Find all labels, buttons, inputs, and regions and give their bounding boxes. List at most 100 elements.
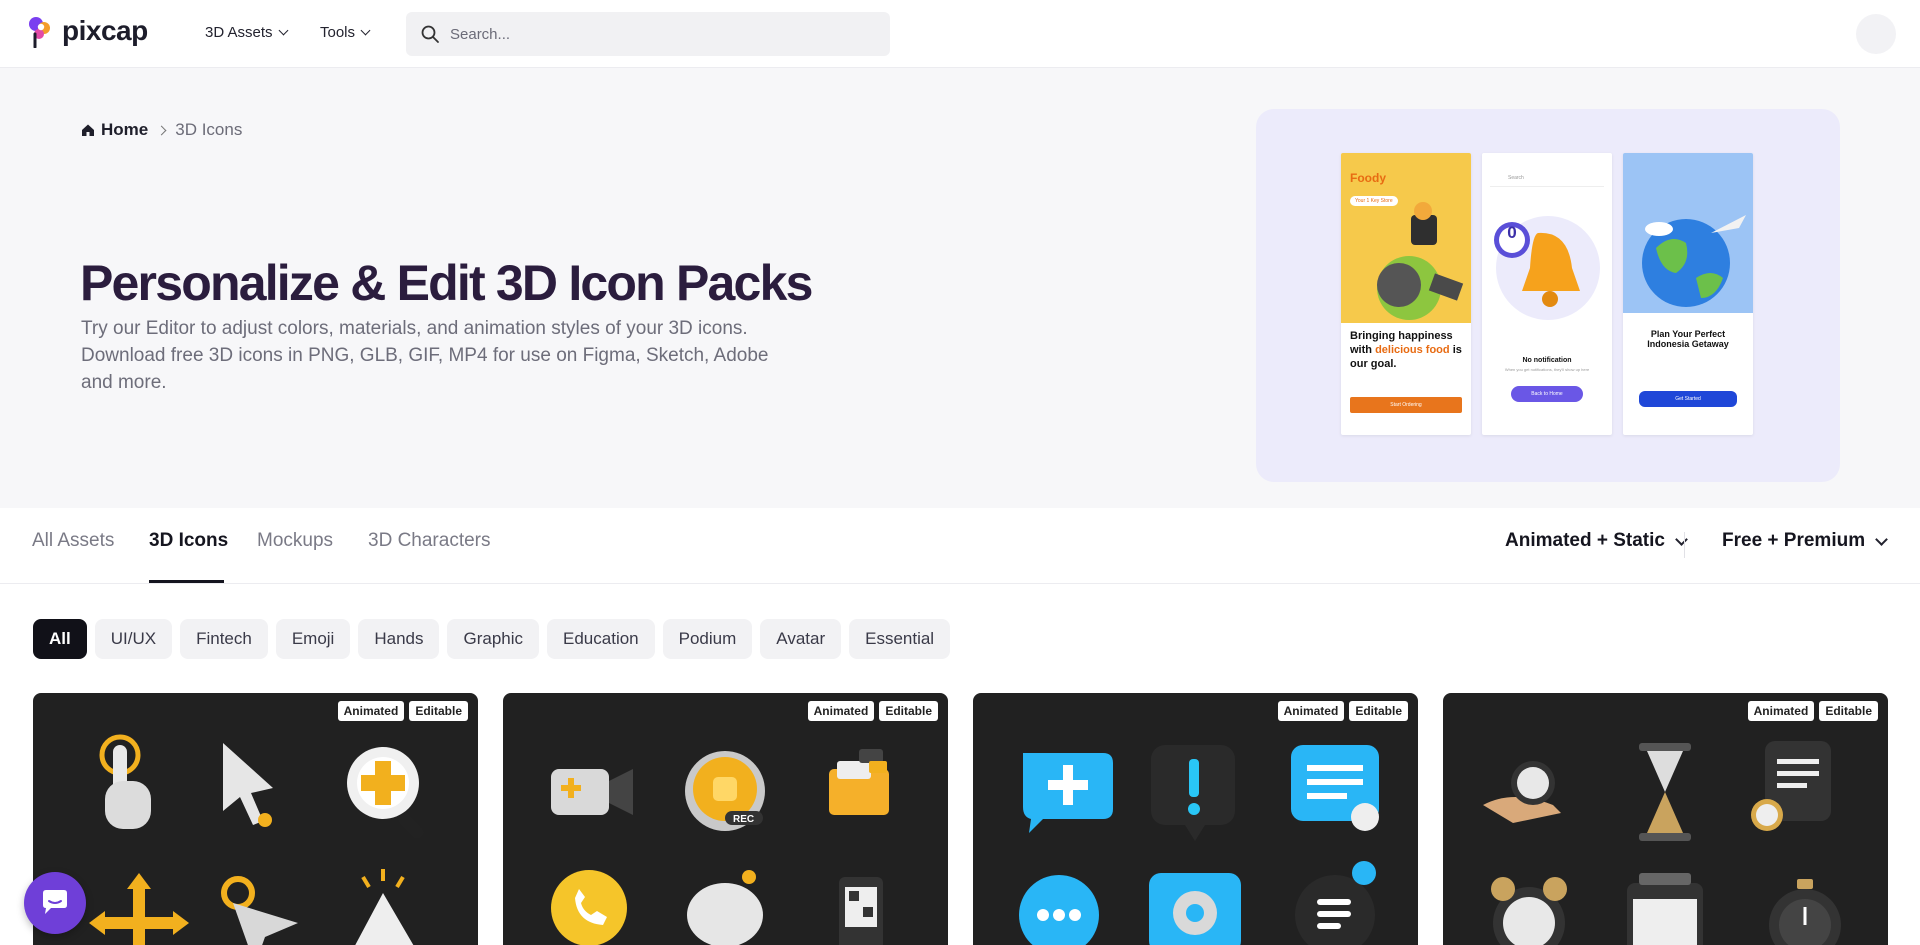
search-icon — [421, 25, 439, 43]
animation-filter-dropdown[interactable]: Animated + Static — [1505, 530, 1688, 552]
icon-pack-card-media[interactable]: Animated Editable REC — [503, 693, 948, 945]
time-pack-preview — [1483, 741, 1841, 945]
phone-travel-button: Get Started — [1639, 391, 1737, 407]
icon-pack-card-time[interactable]: Animated Editable — [1443, 693, 1888, 945]
hero-section: Home 3D Icons Personalize & Edit 3D Icon… — [0, 68, 1920, 508]
animated-badge: Animated — [1747, 701, 1815, 721]
nav-3d-assets[interactable]: 3D Assets — [205, 24, 288, 41]
asset-tabs-bar: All Assets 3D Icons Mockups 3D Character… — [0, 508, 1920, 584]
chip-avatar[interactable]: Avatar — [760, 619, 842, 659]
hourglass-icon — [1639, 743, 1691, 841]
chip-essential[interactable]: Essential — [849, 619, 951, 659]
chevron-down-icon — [1675, 532, 1688, 546]
settings-message-icon — [1149, 873, 1241, 945]
editable-badge: Editable — [409, 701, 468, 721]
chip-education[interactable]: Education — [547, 619, 655, 659]
editable-badge: Editable — [879, 701, 938, 721]
phone-notif-search: Search — [1490, 175, 1604, 187]
phone-foody-text-b: delicious food — [1375, 344, 1450, 356]
chip-graphic[interactable]: Graphic — [447, 619, 540, 659]
editable-badge: Editable — [1819, 701, 1878, 721]
logo[interactable]: pixcap — [26, 14, 148, 48]
tab-all-assets[interactable]: All Assets — [32, 530, 114, 552]
record-button-icon: REC — [685, 751, 765, 831]
pointer-cursor-icon — [221, 876, 298, 945]
text-message-icon — [1295, 861, 1376, 945]
pricing-filter-label: Free + Premium — [1722, 530, 1866, 551]
phone-travel-title: Plan Your Perfect Indonesia Getaway — [1647, 329, 1729, 349]
animated-badge: Animated — [807, 701, 875, 721]
animation-filter-label: Animated + Static — [1505, 530, 1665, 551]
card-badges: Animated Editable — [337, 701, 468, 721]
nav-tools-label: Tools — [320, 24, 356, 41]
folder-icon — [829, 749, 889, 815]
alarm-clock-icon — [1491, 877, 1567, 945]
pixcap-logo-icon — [29, 17, 50, 48]
card-badges: Animated Editable — [807, 701, 938, 721]
icon-pack-card-cursors[interactable]: Animated Editable — [33, 693, 478, 945]
page-description: Try our Editor to adjust colors, materia… — [81, 318, 769, 393]
breadcrumb-home[interactable]: Home — [81, 120, 148, 140]
phone-foody-button: Start Ordering — [1350, 397, 1462, 413]
chevron-right-icon — [156, 125, 167, 135]
logo-text: pixcap — [62, 15, 148, 46]
arrow-cursor-icon — [223, 743, 273, 827]
chip-all[interactable]: All — [33, 619, 87, 659]
qr-phone-icon — [839, 877, 883, 945]
card-badges: Animated Editable — [1747, 701, 1878, 721]
tab-3d-characters[interactable]: 3D Characters — [368, 530, 491, 552]
page-title: Personalize & Edit 3D Icon Packs — [80, 255, 813, 311]
filter-divider — [1684, 532, 1685, 558]
phone-notif-button: Back to Home — [1511, 386, 1583, 402]
search-input[interactable] — [450, 25, 870, 43]
phone-mockup-notification: Search 0 No notification When you get no… — [1482, 153, 1612, 435]
chat-bubble-icon — [43, 890, 67, 914]
tab-mockups[interactable]: Mockups — [257, 530, 333, 552]
animated-badge: Animated — [337, 701, 405, 721]
phone-call-icon — [551, 870, 627, 945]
animated-badge: Animated — [1277, 701, 1345, 721]
globe-icon — [1642, 215, 1746, 307]
pricing-filter-dropdown[interactable]: Free + Premium — [1722, 530, 1888, 552]
message-clock-icon — [1291, 745, 1379, 831]
notification-bell-icon — [687, 870, 763, 945]
active-tab-indicator — [149, 580, 224, 583]
move-arrows-icon — [89, 873, 189, 945]
calendar-icon — [1627, 873, 1703, 945]
icon-pack-card-chat[interactable]: Animated Editable — [973, 693, 1418, 945]
nav-tools[interactable]: Tools — [320, 24, 371, 41]
cursor-pack-preview — [89, 734, 424, 945]
stopwatch-icon — [1769, 879, 1841, 945]
click-cursor-icon — [355, 869, 414, 945]
tab-3d-icons[interactable]: 3D Icons — [149, 530, 228, 552]
alert-message-icon — [1151, 745, 1235, 841]
phone-mockup-foody: Foody Your 1 Key Store Bringing happines… — [1341, 153, 1471, 435]
tap-hand-icon — [99, 734, 151, 829]
chip-podium[interactable]: Podium — [662, 619, 753, 659]
search-bar[interactable] — [406, 12, 890, 56]
avatar[interactable] — [1856, 14, 1896, 54]
editable-badge: Editable — [1349, 701, 1408, 721]
hand-clock-icon — [1483, 761, 1561, 823]
chip-ui-ux[interactable]: UI/UX — [94, 619, 173, 659]
breadcrumb: Home 3D Icons — [81, 120, 242, 140]
chat-support-button[interactable] — [24, 872, 86, 934]
chip-fintech[interactable]: Fintech — [180, 619, 268, 659]
media-pack-preview: REC — [551, 749, 889, 945]
document-timer-icon — [1751, 741, 1831, 831]
add-message-icon — [1023, 753, 1113, 833]
chevron-down-icon — [1875, 532, 1888, 546]
hero-preview-panel: Foody Your 1 Key Store Bringing happines… — [1256, 109, 1840, 482]
nav-3d-assets-label: 3D Assets — [205, 24, 273, 41]
delivery-robot-icon — [1377, 202, 1464, 320]
phone-foody-brand: Foody — [1350, 171, 1386, 185]
chevron-down-icon — [360, 25, 371, 36]
chip-emoji[interactable]: Emoji — [275, 619, 351, 659]
zoom-in-icon — [347, 747, 424, 839]
phone-mockup-travel: Plan Your Perfect Indonesia Getaway Get … — [1623, 153, 1753, 435]
top-header: pixcap 3D Assets Tools — [0, 0, 1920, 68]
video-camera-icon — [551, 769, 633, 815]
breadcrumb-current: 3D Icons — [175, 120, 243, 139]
chip-hands[interactable]: Hands — [358, 619, 440, 659]
chevron-down-icon — [278, 25, 288, 36]
